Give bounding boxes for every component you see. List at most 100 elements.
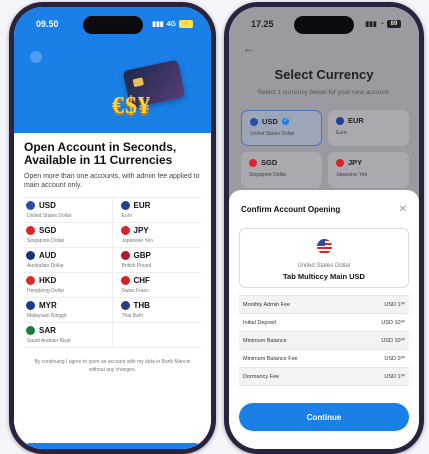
currency-code: CHF <box>133 276 150 285</box>
currency-code: SGD <box>39 226 57 235</box>
currency-option[interactable]: JPY Japanese Yen <box>328 152 409 188</box>
fee-row: Initial Deposit USD 10⁰⁰ <box>239 314 409 332</box>
dynamic-island <box>294 16 354 34</box>
flag-icon <box>120 301 130 310</box>
currency-name: United States Dollar <box>297 263 351 269</box>
flag-icon <box>120 201 130 210</box>
currency-item[interactable]: AUD Australian Dollar <box>24 248 113 273</box>
currency-item[interactable]: USD United States Dollar <box>24 198 113 223</box>
flag-icon <box>120 226 130 235</box>
currency-option[interactable]: SGD Singapore Dollar <box>241 152 322 188</box>
hero-dot <box>30 51 42 63</box>
stage: 09.50 ▮▮▮ 4G ⚡ €$¥ Open Account in Secon… <box>0 0 429 454</box>
fee-value: USD 10⁰⁰ <box>381 319 405 326</box>
currency-item[interactable]: EUR Euro <box>112 198 201 223</box>
close-icon[interactable]: ✕ <box>399 204 407 215</box>
fee-value: USD 0⁰⁰ <box>384 355 405 362</box>
fee-table: Monthly Admin Fee USD 1⁰⁰ Initial Deposit U… <box>239 295 409 386</box>
network-label: 4G <box>166 20 176 28</box>
fee-value: USD 1⁰⁰ <box>384 373 405 380</box>
currency-symbols-illustration: €$¥ <box>112 93 151 119</box>
flag-icon <box>26 201 35 210</box>
currency-code: USD <box>262 117 278 126</box>
fee-label: Minimum Balance <box>243 337 287 344</box>
currency-name: United States Dollar <box>27 213 72 219</box>
fee-value: USD 1⁰⁰ <box>384 301 405 308</box>
currency-name: Thai Baht <box>121 313 143 319</box>
flag-icon <box>26 251 35 260</box>
currency-code: HKD <box>39 276 57 285</box>
flag-icon <box>120 276 130 285</box>
currency-code: JPY <box>348 158 363 167</box>
currency-code: EUR <box>348 116 364 125</box>
currency-name: British Pound <box>121 263 152 269</box>
status-time: 17.25 <box>251 19 274 29</box>
content-sheet: Open Account in Seconds, Available in 11… <box>14 133 211 449</box>
currency-name: Japanese Yen <box>121 238 153 244</box>
currency-code: SGD <box>261 158 278 167</box>
fee-label: Minimum Balance Fee <box>243 355 298 362</box>
fee-label: Dormancy Fee <box>243 373 280 380</box>
fee-row: Minimum Balance Fee USD 0⁰⁰ <box>239 350 409 368</box>
fee-label: Initial Deposit <box>243 319 277 326</box>
battery-icon: 89 <box>387 20 401 28</box>
currency-item[interactable]: THB Thai Baht <box>112 298 201 323</box>
screen-right: 17.25 ▮▮▮ ◔ 89 ← Select Currency Select … <box>229 7 419 449</box>
phone-left: 09.50 ▮▮▮ 4G ⚡ €$¥ Open Account in Secon… <box>9 2 216 454</box>
card-chip <box>132 77 145 88</box>
modal-title: Confirm Account Opening <box>241 204 341 214</box>
phone-right: 17.25 ▮▮▮ ◔ 89 ← Select Currency Select … <box>224 2 424 454</box>
currency-option[interactable]: EUR Euro <box>328 110 409 146</box>
check-icon: ✓ <box>281 118 289 125</box>
currency-item[interactable]: MYR Malaysian Ringgit <box>24 298 113 323</box>
headline: Open Account in Seconds, Available in 11… <box>24 140 177 167</box>
currency-options: USD ✓ United States Dollar EUR Euro SGD Singap… <box>241 110 409 188</box>
currency-name: Singapore Dollar <box>27 238 65 244</box>
currency-name: United States Dollar <box>250 131 295 137</box>
status-time: 09.50 <box>36 19 59 29</box>
flag-icon <box>120 251 130 260</box>
battery-icon: ⚡ <box>179 20 193 28</box>
currency-name: Australian Dollar <box>27 263 64 269</box>
account-summary: United States Dollar Tab Multiccy Main U… <box>239 228 409 288</box>
dynamic-island <box>82 16 143 34</box>
fee-row: Dormancy Fee USD 1⁰⁰ <box>239 368 409 386</box>
currency-option[interactable]: USD ✓ United States Dollar <box>241 110 322 146</box>
currency-item[interactable]: JPY Japanese Yen <box>112 223 201 248</box>
fee-row: Minimum Balance USD 10⁰⁰ <box>239 332 409 350</box>
currency-name: Euro <box>336 130 347 136</box>
signal-icon: ▮▮▮ <box>152 21 164 28</box>
flag-icon <box>336 158 344 167</box>
currency-item[interactable]: SAR Saudi Arabian Riyal <box>24 323 113 348</box>
currency-item[interactable]: SGD Singapore Dollar <box>24 223 113 248</box>
currency-item[interactable]: CHF Swiss Franc <box>112 273 201 298</box>
flag-icon <box>26 226 35 235</box>
currency-code: EUR <box>133 201 151 210</box>
currency-code: GBP <box>133 251 151 260</box>
empty-cell <box>112 323 201 348</box>
currency-name: Saudi Arabian Riyal <box>27 338 71 344</box>
page-title: Select Currency <box>274 67 374 82</box>
page-subtitle: Select 1 currency below for your new acc… <box>257 89 391 96</box>
flag-icon <box>26 301 35 310</box>
continue-button[interactable]: Continue <box>239 403 409 431</box>
currency-code: MYR <box>39 301 57 310</box>
account-name: Tab Multiccy Main USD <box>283 272 365 281</box>
fee-label: Monthly Admin Fee <box>243 301 291 308</box>
currency-item[interactable]: HKD Hongkong Dollar <box>24 273 113 298</box>
modal-header: Confirm Account Opening ✕ <box>239 190 409 228</box>
currency-name: Singapore Dollar <box>249 172 287 178</box>
currency-name: Hongkong Dollar <box>27 288 65 294</box>
bottom-button-peek[interactable] <box>24 443 201 449</box>
currency-code: USD <box>39 201 56 210</box>
fee-row: Monthly Admin Fee USD 1⁰⁰ <box>239 296 409 314</box>
currency-item[interactable]: GBP British Pound <box>112 248 201 273</box>
currency-code: SAR <box>39 326 56 335</box>
hero-banner: 09.50 ▮▮▮ 4G ⚡ €$¥ <box>14 7 211 135</box>
back-arrow-icon[interactable]: ← <box>243 43 254 55</box>
currency-name: Japanese Yen <box>336 172 368 178</box>
flag-icon <box>336 116 344 125</box>
fee-value: USD 10⁰⁰ <box>381 337 405 344</box>
subtext: Open more than one accounts, with admin … <box>24 173 200 189</box>
currency-code: JPY <box>133 226 149 235</box>
